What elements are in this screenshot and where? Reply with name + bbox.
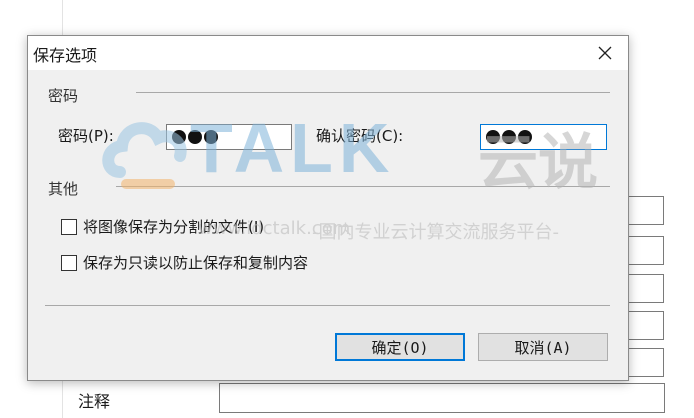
mask-dot (204, 130, 218, 144)
confirm-password-label: 确认密码(C): (316, 127, 404, 145)
close-icon (598, 46, 612, 60)
other-group-title: 其他 (48, 180, 79, 198)
cancel-button[interactable]: 取消(A) (478, 333, 608, 361)
note-label: 注释 (78, 392, 111, 411)
split-files-option[interactable]: 将图像保存为分割的文件(I) (61, 216, 264, 237)
read-only-option[interactable]: 保存为只读以防止保存和复制内容 (61, 252, 308, 273)
dialog-separator (45, 305, 610, 306)
dialog-title: 保存选项 (33, 46, 98, 65)
password-label: 密码(P): (58, 127, 114, 145)
split-files-label: 将图像保存为分割的文件(I) (83, 218, 265, 236)
mask-dot (486, 130, 500, 144)
dialog-titlebar: 保存选项 (28, 36, 628, 70)
read-only-checkbox[interactable] (61, 254, 77, 271)
read-only-label: 保存为只读以防止保存和复制内容 (83, 254, 309, 272)
other-group-line (116, 186, 610, 187)
confirm-password-input[interactable] (480, 124, 607, 150)
password-group-line (136, 92, 610, 93)
close-button[interactable] (582, 36, 628, 70)
password-input[interactable] (166, 124, 292, 150)
password-group-title: 密码 (48, 87, 79, 105)
mask-dot (502, 130, 516, 144)
split-files-checkbox[interactable] (61, 218, 77, 235)
mask-dot (188, 130, 202, 144)
ok-button[interactable]: 确定(O) (335, 333, 465, 361)
save-options-dialog: 保存选项 密码 密码(P): 确认密码(C): 其他 将图像保存为分割的文件(I… (27, 35, 629, 381)
mask-dot (518, 130, 532, 144)
note-input[interactable] (219, 383, 665, 413)
mask-dot (172, 130, 186, 144)
